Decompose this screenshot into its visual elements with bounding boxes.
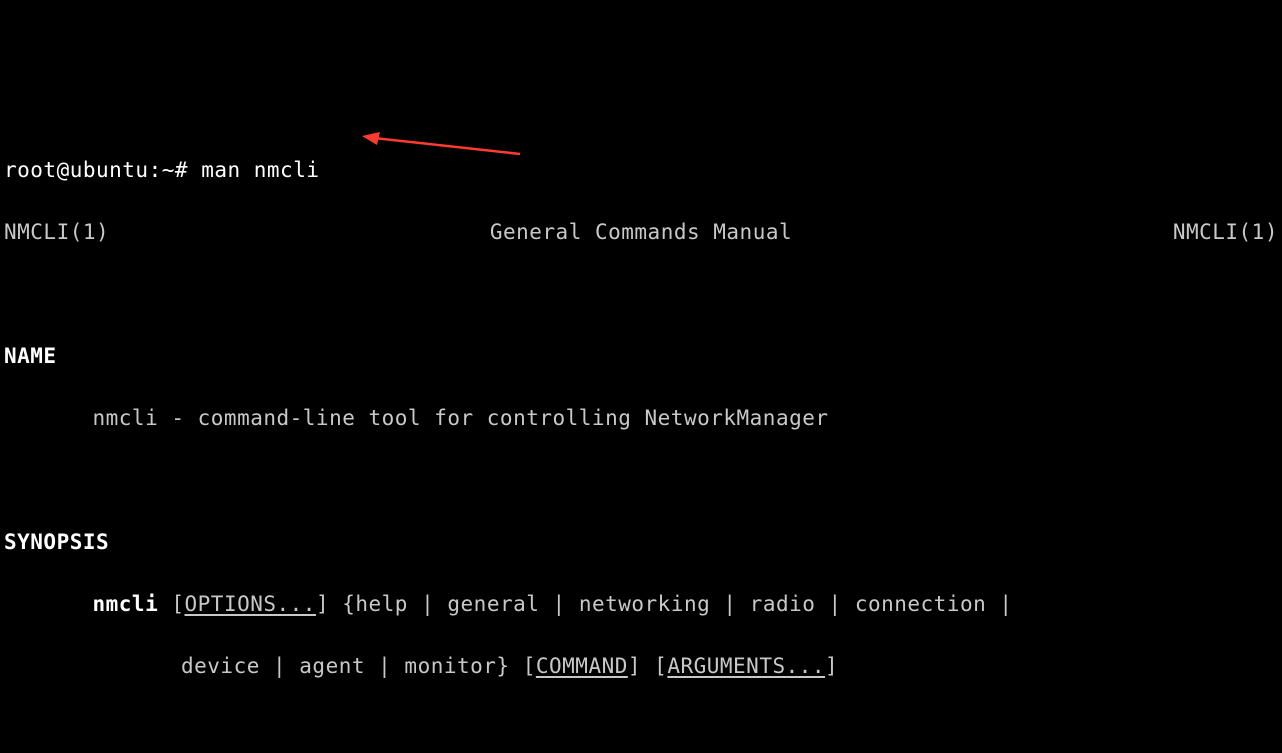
name-text: nmcli - command-line tool for controllin… <box>4 403 1278 434</box>
man-header-left: NMCLI(1) <box>4 217 109 248</box>
prompt-space <box>188 158 201 182</box>
section-heading-name: NAME <box>4 341 1278 372</box>
prompt-user-host: root@ubuntu <box>4 158 149 182</box>
prompt-path: ~ <box>162 158 175 182</box>
synopsis-line-1: nmcli [OPTIONS...] {help | general | net… <box>4 589 1278 620</box>
blank-line <box>4 279 1278 310</box>
blank-line <box>4 713 1278 744</box>
man-header-right: NMCLI(1) <box>1173 217 1278 248</box>
man-header-center: General Commands Manual <box>490 217 792 248</box>
synopsis-options: OPTIONS... <box>185 592 316 616</box>
command-text: man nmcli <box>201 158 319 182</box>
prompt-symbol: # <box>175 158 188 182</box>
section-heading-synopsis: SYNOPSIS <box>4 527 1278 558</box>
synopsis-cmd: nmcli <box>93 592 159 616</box>
synopsis-command: COMMAND <box>536 654 628 678</box>
prompt-line: root@ubuntu:~# man nmcli <box>4 155 1278 186</box>
synopsis-arguments: ARGUMENTS... <box>667 654 825 678</box>
man-header: NMCLI(1) General Commands Manual NMCLI(1) <box>4 217 1278 248</box>
terminal-viewport[interactable]: root@ubuntu:~# man nmcli NMCLI(1) General… <box>0 124 1282 753</box>
prompt-colon: : <box>149 158 162 182</box>
blank-line <box>4 465 1278 496</box>
synopsis-line-2: device | agent | monitor} [COMMAND] [ARG… <box>4 651 1278 682</box>
